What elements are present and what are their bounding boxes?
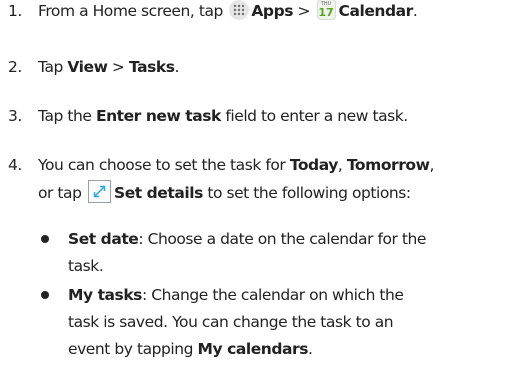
step-number: 3. <box>8 107 22 125</box>
apps-label: Apps <box>251 2 294 20</box>
instructions-page: 1. From a Home screen, tap Apps > THU 17 C… <box>0 0 528 366</box>
enter-new-task-label: Enter new task <box>95 107 221 125</box>
option-line-3: event by tapping My calendars. <box>68 340 313 358</box>
step-number: 4. <box>8 156 22 174</box>
calendar-label: Calendar <box>338 2 414 20</box>
step-number: 2. <box>8 58 22 76</box>
expand-diagonal-icon <box>87 180 111 203</box>
step-number: 1. <box>8 2 22 20</box>
option-line-2: task is saved. You can change the task t… <box>68 313 394 331</box>
tasks-label: Tasks <box>128 58 175 76</box>
my-calendars-label: My calendars <box>197 340 309 358</box>
step-3-text: Tap the Enter new task field to enter a … <box>38 107 408 125</box>
calendar-app-icon: THU 17 <box>316 0 336 20</box>
bullet-icon <box>41 235 49 243</box>
today-label: Today <box>289 156 339 174</box>
view-label: View <box>67 58 108 76</box>
step-1-text: From a Home screen, tap Apps > THU 17 Cale… <box>38 0 418 20</box>
step-4-line-1: You can choose to set the task for Today… <box>38 156 434 174</box>
option-line-1: Set date: Choose a date on the calendar … <box>68 230 427 248</box>
option-title: My tasks <box>68 286 142 304</box>
step-2-text: Tap View > Tasks. <box>38 58 179 76</box>
set-details-label: Set details <box>113 184 203 202</box>
bullet-icon <box>41 291 49 299</box>
step-4-line-2: or tap Set details to set the following … <box>38 180 411 204</box>
option-line-1: My tasks: Change the calendar on which t… <box>68 286 404 304</box>
option-line-2: task. <box>68 257 104 275</box>
apps-grid-icon <box>229 0 250 20</box>
tomorrow-label: Tomorrow <box>346 156 430 174</box>
option-title: Set date <box>68 230 139 248</box>
